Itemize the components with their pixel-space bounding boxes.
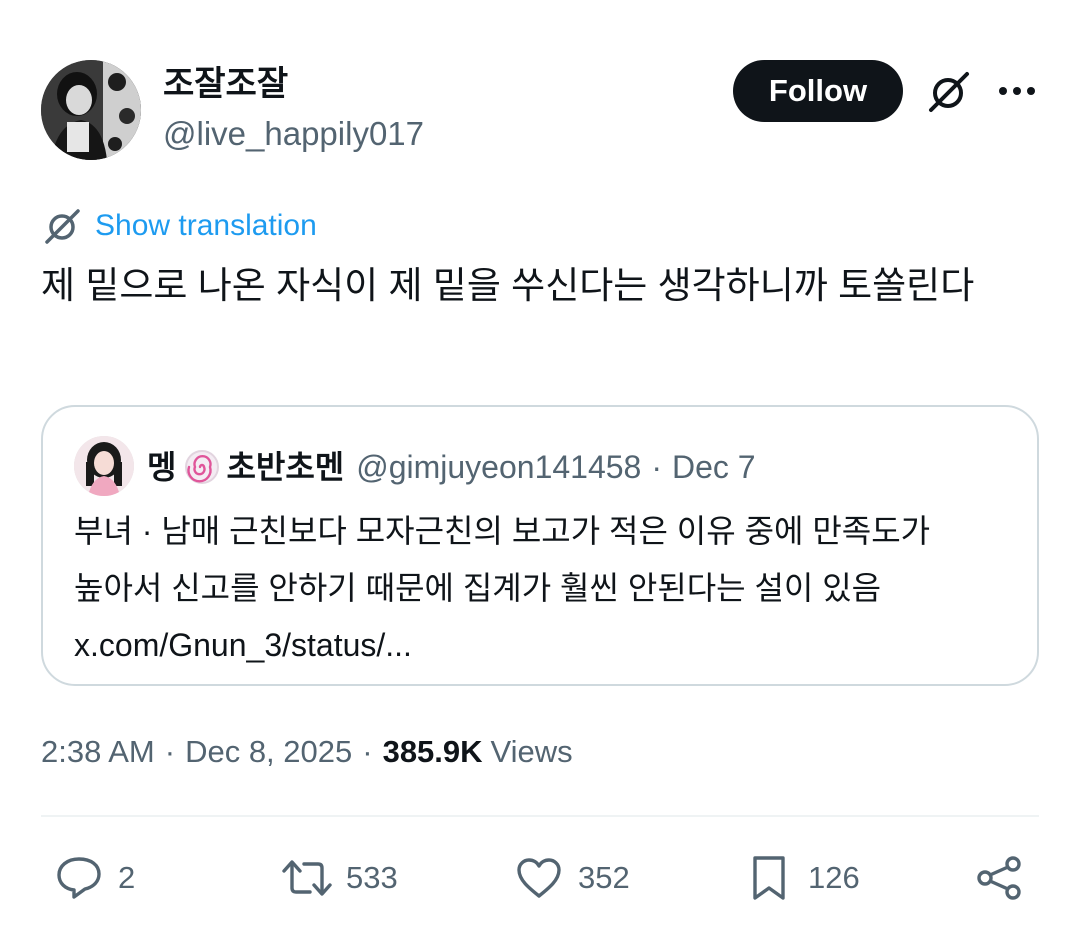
avatar-photo-icon <box>74 436 134 496</box>
meta-separator: · <box>164 734 176 769</box>
grok-icon <box>41 205 83 247</box>
quote-author-avatar[interactable] <box>74 436 134 496</box>
bookmark-button[interactable]: 126 <box>744 852 860 904</box>
more-options-button[interactable] <box>992 66 1042 116</box>
tweet-date[interactable]: Dec 8, 2025 <box>185 732 352 772</box>
share-button[interactable] <box>974 852 1024 904</box>
quoted-tweet-card[interactable]: 멩 초반초멘 @gimjuyeon141458 · Dec 7 부녀 · 남매 … <box>41 405 1039 686</box>
quote-date[interactable]: Dec 7 <box>672 445 756 489</box>
show-translation[interactable]: Show translation <box>41 205 317 247</box>
tweet-meta: 2:38 AM · Dec 8, 2025 · 385.9K Views <box>41 730 573 774</box>
author-avatar[interactable] <box>41 60 141 160</box>
quote-author-handle[interactable]: @gimjuyeon141458 <box>356 445 641 489</box>
heart-icon <box>514 853 564 903</box>
divider <box>41 815 1039 817</box>
quote-author-name[interactable]: 멩 <box>147 445 176 489</box>
meta-separator: · <box>362 734 373 769</box>
quote-separator: · <box>651 449 662 485</box>
quote-author-name-suffix[interactable]: 초반초멘 <box>226 445 344 489</box>
author-handle[interactable]: @live_happily017 <box>163 114 424 154</box>
swirl-emoji-icon <box>182 447 222 487</box>
author-display-name[interactable]: 조잘조잘 <box>163 64 288 104</box>
follow-button[interactable]: Follow <box>733 60 903 122</box>
share-icon <box>974 853 1024 903</box>
views-count: 385.9K <box>382 734 483 769</box>
repost-count: 533 <box>346 860 398 895</box>
bookmark-icon <box>744 853 794 903</box>
reply-count: 2 <box>118 860 136 895</box>
views-label: Views <box>490 734 573 769</box>
like-button[interactable]: 352 <box>514 852 630 904</box>
repost-icon <box>282 853 332 903</box>
like-count: 352 <box>578 860 630 895</box>
grok-icon <box>929 72 969 112</box>
avatar-photo-icon <box>41 60 141 160</box>
reply-icon <box>54 853 104 903</box>
grok-button[interactable] <box>922 66 974 118</box>
bookmark-count: 126 <box>808 860 860 895</box>
tweet-time[interactable]: 2:38 AM <box>41 732 155 772</box>
show-translation-link[interactable]: Show translation <box>95 206 317 246</box>
reply-button[interactable]: 2 <box>54 852 135 904</box>
repost-button[interactable]: 533 <box>282 852 398 904</box>
quote-text: 부녀 · 남매 근친보다 모자근친의 보고가 적은 이유 중에 만족도가 높아서… <box>74 513 931 663</box>
quote-header: 멩 초반초멘 @gimjuyeon141458 · Dec 7 <box>147 443 756 491</box>
more-icon <box>999 87 1035 95</box>
tweet-text: 제 밑으로 나온 자식이 제 밑을 쑤신다는 생각하니까 토쏠린다 <box>41 265 975 306</box>
